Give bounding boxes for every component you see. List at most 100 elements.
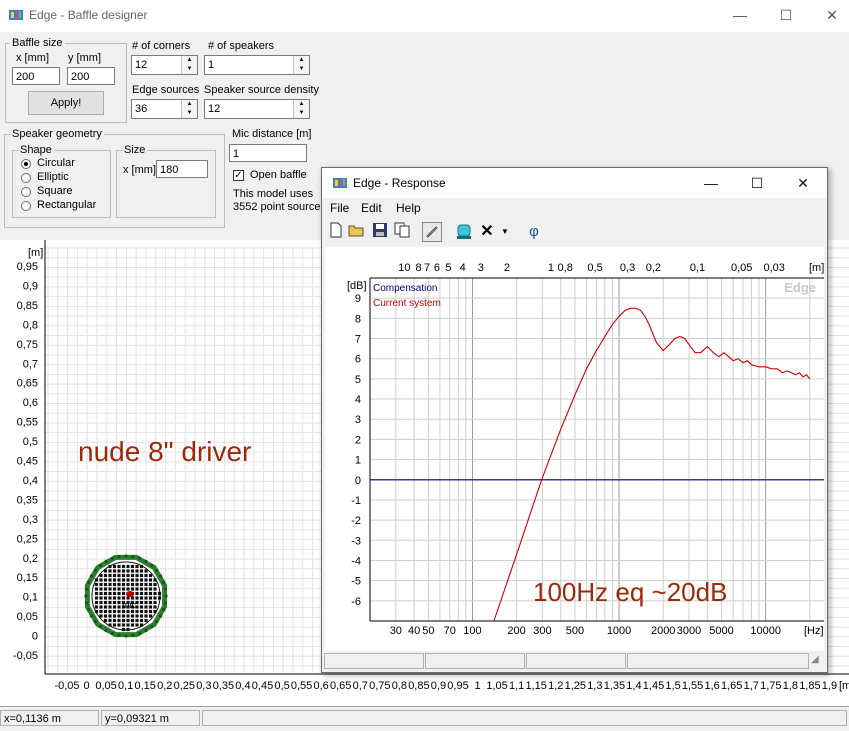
- spinner-arrows-icon[interactable]: ▲ ▼: [293, 100, 309, 118]
- response-y-tick: 9: [355, 293, 361, 305]
- resize-grip-icon[interactable]: ◢: [811, 654, 819, 665]
- baffle-x-tick: 1,55: [682, 680, 703, 692]
- response-top-tick: 2: [504, 262, 510, 274]
- source-density-spinner[interactable]: 12 ▲ ▼: [204, 99, 310, 119]
- minimize-button[interactable]: —: [717, 0, 763, 32]
- baffle-x-tick: 0,35: [213, 680, 234, 692]
- response-top-tick: 0,1: [690, 262, 705, 274]
- size-x-input[interactable]: 180: [156, 160, 208, 178]
- speaker-point-source: [148, 605, 153, 609]
- response-status-cell: [526, 653, 626, 669]
- dropdown-icon[interactable]: ▼: [498, 222, 512, 242]
- new-icon[interactable]: [326, 222, 346, 242]
- baffle-x-input[interactable]: 200: [12, 67, 60, 85]
- speaker-point-source: [130, 587, 135, 591]
- speaker-point-source: [135, 614, 139, 618]
- baffle-y-tick: 0,05: [17, 611, 38, 623]
- corners-spinner[interactable]: 12 ▲ ▼: [131, 55, 198, 75]
- open-baffle-checkbox[interactable]: ✓: [233, 170, 244, 181]
- edge-source-point: [150, 563, 154, 567]
- maximize-button[interactable]: ☐: [763, 0, 809, 32]
- baffle-x-tick: 1,25: [565, 680, 586, 692]
- status-bar: x=0,1136 m y=0,09321 m: [0, 706, 849, 731]
- size-label: Size: [122, 144, 148, 156]
- speakers-label: # of speakers: [208, 40, 275, 52]
- speaker-point-source: [112, 564, 117, 569]
- menu-help[interactable]: Help: [396, 201, 421, 215]
- response-minimize-button[interactable]: —: [688, 168, 734, 198]
- close-button[interactable]: ✕: [809, 0, 849, 32]
- baffle-x-tick: 0,9: [431, 680, 446, 692]
- response-y-tick: 2: [355, 434, 361, 446]
- speaker-point-source: [153, 605, 157, 609]
- speaker-icon[interactable]: [454, 222, 474, 242]
- mic-distance-input[interactable]: 1: [229, 144, 307, 162]
- baffle-y-unit: [m]: [28, 247, 43, 259]
- speakers-spinner[interactable]: 1 ▲ ▼: [204, 55, 310, 75]
- speaker-point-source: [94, 596, 99, 600]
- mic-distance-label: Mic distance [m]: [232, 128, 312, 140]
- response-x-label: [Hz]: [804, 625, 824, 637]
- response-x-tick: 30: [390, 625, 402, 637]
- edge-source-point: [124, 554, 128, 558]
- shape-radio-rectangular[interactable]: [21, 201, 31, 211]
- response-y-tick: 7: [355, 334, 361, 346]
- response-x-tick: 100: [463, 625, 481, 637]
- speaker-point-source: [135, 578, 139, 582]
- speaker-point-source: [144, 614, 148, 618]
- baffle-x-tick: 0,25: [174, 680, 195, 692]
- baffle-y-tick: 0,15: [17, 572, 38, 584]
- apply-button[interactable]: Apply!: [28, 91, 104, 115]
- baffle-x-tick: 0,3: [196, 680, 211, 692]
- speaker-point-source: [112, 605, 117, 609]
- speaker-point-source: [99, 582, 103, 587]
- spinner-arrows-icon[interactable]: ▲ ▼: [293, 56, 309, 74]
- shape-radio-square[interactable]: [21, 187, 31, 197]
- edge-source-point: [164, 594, 168, 598]
- menu-file[interactable]: File: [330, 201, 349, 215]
- speaker-point-source: [153, 596, 157, 600]
- response-maximize-button[interactable]: ☐: [734, 168, 780, 198]
- speaker-point-source: [126, 573, 130, 578]
- speaker-point-source: [108, 600, 112, 605]
- response-x-tick: 2000: [651, 625, 675, 637]
- speaker-point-source: [112, 578, 117, 582]
- baffle-x-tick: 1,4: [626, 680, 641, 692]
- shape-radio-elliptic[interactable]: [21, 173, 31, 183]
- speaker-point-source: [148, 591, 153, 596]
- menu-edit[interactable]: Edit: [361, 201, 382, 215]
- edge-source-point: [161, 580, 166, 584]
- save-icon[interactable]: [370, 222, 390, 242]
- shape-radio-circular[interactable]: [21, 159, 31, 169]
- baffle-y-tick: 0,8: [23, 319, 38, 331]
- speaker-point-source: [139, 587, 144, 591]
- response-window-title: Edge - Response: [353, 176, 446, 190]
- speaker-point-source: [130, 569, 135, 573]
- speaker-point-source: [103, 605, 108, 609]
- speaker-point-source: [117, 605, 121, 609]
- response-y-tick: -6: [351, 596, 361, 608]
- speaker-point-source: [94, 587, 99, 591]
- baffle-y-tick: -0,05: [13, 650, 38, 662]
- spinner-arrows-icon[interactable]: ▲ ▼: [181, 100, 197, 118]
- response-app-icon: [332, 176, 348, 193]
- copy-icon[interactable]: [392, 222, 412, 242]
- response-status-cell: [324, 653, 424, 669]
- edge-source-point: [86, 580, 91, 584]
- response-top-tick: 0,5: [587, 262, 602, 274]
- response-close-button[interactable]: ✕: [780, 168, 826, 198]
- baffle-y-input[interactable]: 200: [67, 67, 115, 85]
- baffle-x-tick: 0,2: [157, 680, 172, 692]
- speaker-point-source: [144, 582, 148, 587]
- spinner-arrows-icon[interactable]: ▲ ▼: [181, 56, 197, 74]
- baffle-annotation: nude 8" driver: [78, 436, 252, 467]
- pen-icon[interactable]: [422, 222, 442, 242]
- phase-icon[interactable]: φ: [524, 222, 544, 242]
- edge-sources-value: 36: [135, 103, 148, 115]
- open-icon[interactable]: [347, 222, 367, 242]
- speaker-point-source: [139, 582, 144, 587]
- edge-sources-spinner[interactable]: 36 ▲ ▼: [131, 99, 198, 119]
- delete-icon[interactable]: ✕: [477, 222, 497, 242]
- speaker-point-source: [130, 582, 135, 587]
- baffle-x-tick: 1: [474, 680, 480, 692]
